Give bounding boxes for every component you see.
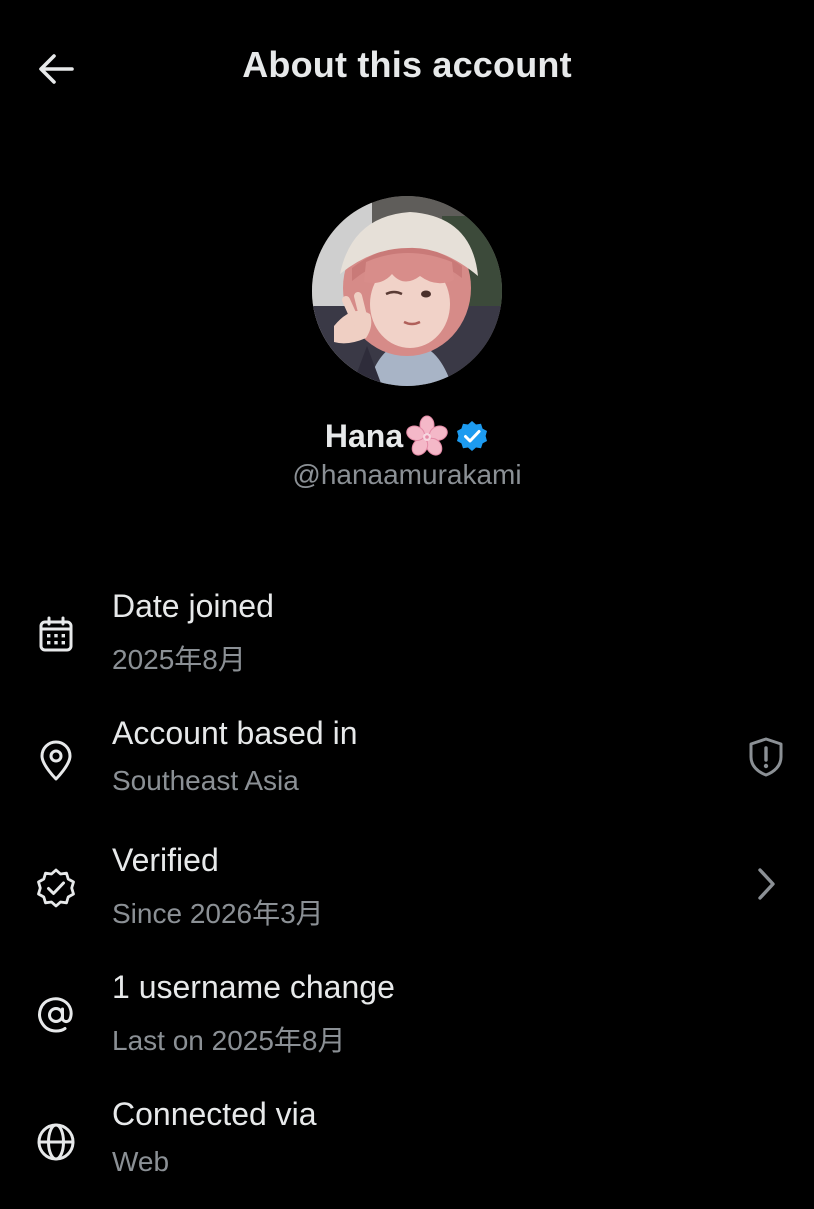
account-location-row: Account based in Southeast Asia — [0, 701, 814, 828]
account-info-list: Date joined 2025年8月 Account based in Sou… — [0, 574, 814, 1209]
date-joined-row: Date joined 2025年8月 — [0, 574, 814, 701]
avatar[interactable] — [312, 196, 502, 386]
at-sign-icon — [30, 989, 82, 1041]
globe-icon — [30, 1116, 82, 1168]
verified-check-icon — [30, 862, 82, 914]
top-bar: About this account — [0, 0, 814, 140]
row-subtitle: Web — [112, 1146, 170, 1177]
connected-via-row: Connected via Web — [0, 1082, 814, 1209]
verified-row[interactable]: Verified Since 2026年3月 — [0, 828, 814, 955]
shield-alert-icon[interactable] — [744, 733, 788, 781]
row-subtitle: Since 2026年3月 — [112, 898, 324, 929]
row-title: 1 username change — [112, 969, 395, 1005]
row-title: Verified — [112, 842, 219, 878]
row-title: Account based in — [112, 715, 358, 751]
display-name: Hana — [324, 417, 404, 454]
verified-badge-icon[interactable] — [455, 419, 489, 453]
row-title: Connected via — [112, 1096, 317, 1132]
page-title: About this account — [242, 44, 572, 85]
username-handle: @hanaamurakami — [292, 459, 522, 490]
username-change-row: 1 username change Last on 2025年8月 — [0, 955, 814, 1082]
calendar-icon — [30, 608, 82, 660]
row-title: Date joined — [112, 588, 274, 624]
cherry-blossom-icon — [405, 414, 449, 458]
chevron-right-icon[interactable] — [744, 860, 788, 908]
display-name-row: Hana — [0, 414, 814, 458]
location-pin-icon — [30, 735, 82, 787]
row-subtitle: Southeast Asia — [112, 765, 299, 796]
row-subtitle: Last on 2025年8月 — [112, 1025, 346, 1056]
row-subtitle: 2025年8月 — [112, 644, 246, 675]
avatar-image — [312, 196, 502, 386]
